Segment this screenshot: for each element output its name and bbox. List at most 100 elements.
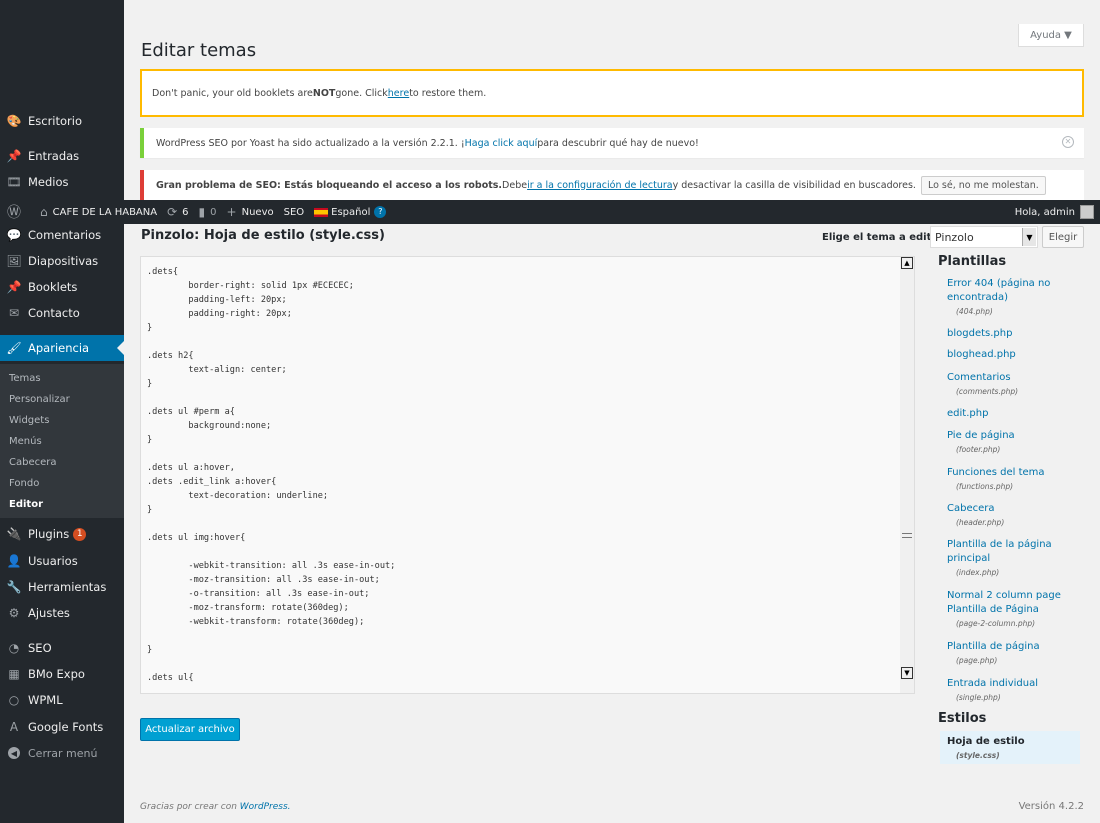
submenu-item-editor[interactable]: Editor bbox=[9, 499, 43, 510]
sidebar-item-label: Herramientas bbox=[28, 580, 107, 594]
sidebar-item-entradas[interactable]: 📌 Entradas bbox=[0, 143, 124, 169]
sidebar-item-label: Booklets bbox=[28, 280, 78, 294]
sidebar-item-label: Google Fonts bbox=[28, 720, 104, 734]
my-account-link[interactable]: Hola, admin bbox=[1015, 200, 1094, 224]
seo-icon: ◔ bbox=[8, 641, 20, 655]
code-editor-textarea[interactable]: .dets{ border-right: solid 1px #ECECEC; … bbox=[140, 256, 915, 694]
sidebar-item-label: Comentarios bbox=[28, 228, 102, 242]
language-label: Español bbox=[331, 206, 371, 218]
notice-text: Don't panic, your old booklets are bbox=[152, 87, 313, 99]
sidebar-item-comentarios[interactable]: 💬 Comentarios bbox=[0, 222, 124, 248]
site-name-link[interactable]: ⌂ CAFE DE LA HABANA bbox=[40, 205, 157, 219]
appearance-submenu: Temas Personalizar Widgets Menús Cabecer… bbox=[0, 364, 124, 518]
sidebar-item-label: SEO bbox=[28, 641, 52, 655]
wordpress-link[interactable]: WordPress. bbox=[240, 802, 291, 812]
template-label: Comentarios bbox=[947, 372, 1011, 383]
reading-settings-link[interactable]: ir a la configuración de lectura bbox=[527, 180, 673, 191]
scroll-thumb[interactable] bbox=[902, 533, 912, 538]
sidebar-item-bmo-expo[interactable]: ▦ BMo Expo bbox=[0, 661, 124, 687]
template-item[interactable]: Cabecera (header.php) bbox=[947, 502, 1083, 529]
dismiss-seo-warning-button[interactable]: Lo sé, no me molestan. bbox=[920, 175, 1046, 195]
sidebar-item-usuarios[interactable]: 👤 Usuarios bbox=[0, 548, 124, 574]
template-filename: (page.php) bbox=[956, 656, 998, 665]
spain-flag-icon bbox=[314, 207, 329, 217]
sidebar-item-label: Medios bbox=[28, 175, 69, 189]
media-icon: 🎞 bbox=[6, 175, 22, 189]
greeting: Hola, admin bbox=[1014, 206, 1075, 218]
submenu-item-fondo[interactable]: Fondo bbox=[9, 478, 39, 489]
restore-booklets-link[interactable]: here bbox=[388, 88, 409, 99]
update-count-badge: 1 bbox=[73, 527, 87, 541]
expo-icon: ▦ bbox=[8, 667, 20, 681]
submenu-item-menus[interactable]: Menús bbox=[9, 436, 42, 447]
scroll-down-icon[interactable]: ▼ bbox=[901, 667, 913, 679]
template-item[interactable]: Error 404 (página no encontrada) (404.php… bbox=[947, 277, 1083, 318]
collapse-label: Cerrar menú bbox=[28, 746, 98, 760]
sidebar-item-apariencia[interactable]: 🖌 Apariencia bbox=[0, 335, 124, 361]
dismiss-icon[interactable]: ✕ bbox=[1062, 136, 1074, 148]
notice-text: to restore them. bbox=[409, 87, 487, 99]
editing-file-title: Pinzolo: Hoja de estilo (style.css) bbox=[141, 228, 385, 243]
yoast-whats-new-link[interactable]: Haga click aquí bbox=[465, 138, 538, 149]
sidebar-item-label: Apariencia bbox=[28, 341, 90, 355]
sidebar-item-diapositivas[interactable]: 🖼 Diapositivas bbox=[0, 248, 124, 274]
collapse-menu-button[interactable]: ◀ Cerrar menú bbox=[0, 742, 124, 764]
update-file-button[interactable]: Actualizar archivo bbox=[140, 718, 240, 741]
sidebar-item-seo[interactable]: ◔ SEO bbox=[0, 635, 124, 661]
admin-sidebar: 🎨 Escritorio 📌 Entradas 🎞 Medios 💬 Comentari… bbox=[0, 0, 124, 823]
sidebar-item-escritorio[interactable]: 🎨 Escritorio bbox=[0, 108, 124, 134]
sidebar-item-booklets[interactable]: 📌 Booklets bbox=[0, 274, 124, 300]
template-item[interactable]: Pie de página (footer.php) bbox=[947, 429, 1083, 456]
notice-bold-text: Gran problema de SEO: Estás bloqueando e… bbox=[156, 179, 503, 191]
template-item[interactable]: Plantilla de la página principal (index.p… bbox=[947, 538, 1083, 579]
style-item[interactable]: Hoja de estilo (style.css) bbox=[947, 735, 1083, 762]
template-item[interactable]: blogdets.php bbox=[947, 327, 1083, 341]
template-item[interactable]: Funciones del tema (functions.php) bbox=[947, 466, 1083, 493]
help-tab-button[interactable]: Ayuda ▼ bbox=[1018, 24, 1084, 47]
brush-icon: 🖌 bbox=[6, 341, 22, 355]
sidebar-item-medios[interactable]: 🎞 Medios bbox=[0, 169, 124, 195]
sidebar-item-contacto[interactable]: ✉ Contacto bbox=[0, 300, 124, 326]
template-item[interactable]: edit.php bbox=[947, 407, 1083, 421]
sidebar-item-wpml[interactable]: ○ WPML bbox=[0, 687, 124, 713]
theme-select[interactable]: Pinzolo ▼ bbox=[930, 226, 1038, 248]
updates-link[interactable]: ⟳ 6 bbox=[167, 205, 188, 219]
template-filename: (page-2-column.php) bbox=[956, 619, 1036, 628]
theme-select-label: Elige el tema a editar: bbox=[822, 232, 948, 243]
template-label: Plantilla de página bbox=[947, 641, 1040, 652]
template-item[interactable]: bloghead.php bbox=[947, 348, 1083, 362]
scroll-up-icon[interactable]: ▲ bbox=[901, 257, 913, 269]
code-content[interactable]: .dets{ border-right: solid 1px #ECECEC; … bbox=[147, 265, 395, 685]
templates-heading: Plantillas bbox=[938, 254, 1007, 269]
current-file-highlight: Hoja de estilo (style.css) bbox=[940, 731, 1080, 764]
submenu-item-widgets[interactable]: Widgets bbox=[9, 415, 49, 426]
wordpress-logo-icon[interactable]: Ⓦ bbox=[7, 202, 26, 222]
page-title: Editar temas bbox=[141, 40, 257, 61]
template-label: edit.php bbox=[947, 408, 989, 419]
submenu-item-temas[interactable]: Temas bbox=[9, 373, 41, 384]
template-item[interactable]: Normal 2 column page Plantilla de Página… bbox=[947, 589, 1083, 630]
seo-menu-link[interactable]: SEO bbox=[284, 207, 305, 218]
editor-scrollbar[interactable]: ▲ ▼ bbox=[900, 257, 914, 693]
sidebar-item-herramientas[interactable]: 🔧 Herramientas bbox=[0, 574, 124, 600]
submenu-item-personalizar[interactable]: Personalizar bbox=[9, 394, 70, 405]
notice-text: WordPress SEO por Yoast ha sido actualiz… bbox=[156, 137, 465, 149]
template-label: Pie de página bbox=[947, 430, 1015, 441]
sidebar-item-plugins[interactable]: 🔌 Plugins 1 bbox=[0, 521, 124, 547]
chevron-down-icon: ▼ bbox=[1022, 228, 1036, 246]
template-item[interactable]: Comentarios (comments.php) bbox=[947, 371, 1083, 398]
template-label: bloghead.php bbox=[947, 349, 1016, 360]
new-content-link[interactable]: + Nuevo bbox=[227, 205, 274, 219]
comments-link[interactable]: ▮ 0 bbox=[199, 205, 217, 219]
sidebar-item-label: Plugins bbox=[28, 527, 70, 541]
language-switcher[interactable]: Español? bbox=[314, 206, 387, 218]
template-filename: (header.php) bbox=[956, 518, 1005, 527]
plus-icon: + bbox=[226, 205, 237, 219]
template-item[interactable]: Plantilla de página (page.php) bbox=[947, 640, 1083, 667]
sidebar-item-google-fonts[interactable]: A Google Fonts bbox=[0, 714, 124, 740]
submenu-item-cabecera[interactable]: Cabecera bbox=[9, 457, 57, 468]
comments-count: 0 bbox=[210, 206, 217, 218]
choose-theme-button[interactable]: Elegir bbox=[1042, 226, 1084, 248]
sidebar-item-ajustes[interactable]: ⚙ Ajustes bbox=[0, 600, 124, 626]
template-item[interactable]: Entrada individual (single.php) bbox=[947, 677, 1083, 704]
